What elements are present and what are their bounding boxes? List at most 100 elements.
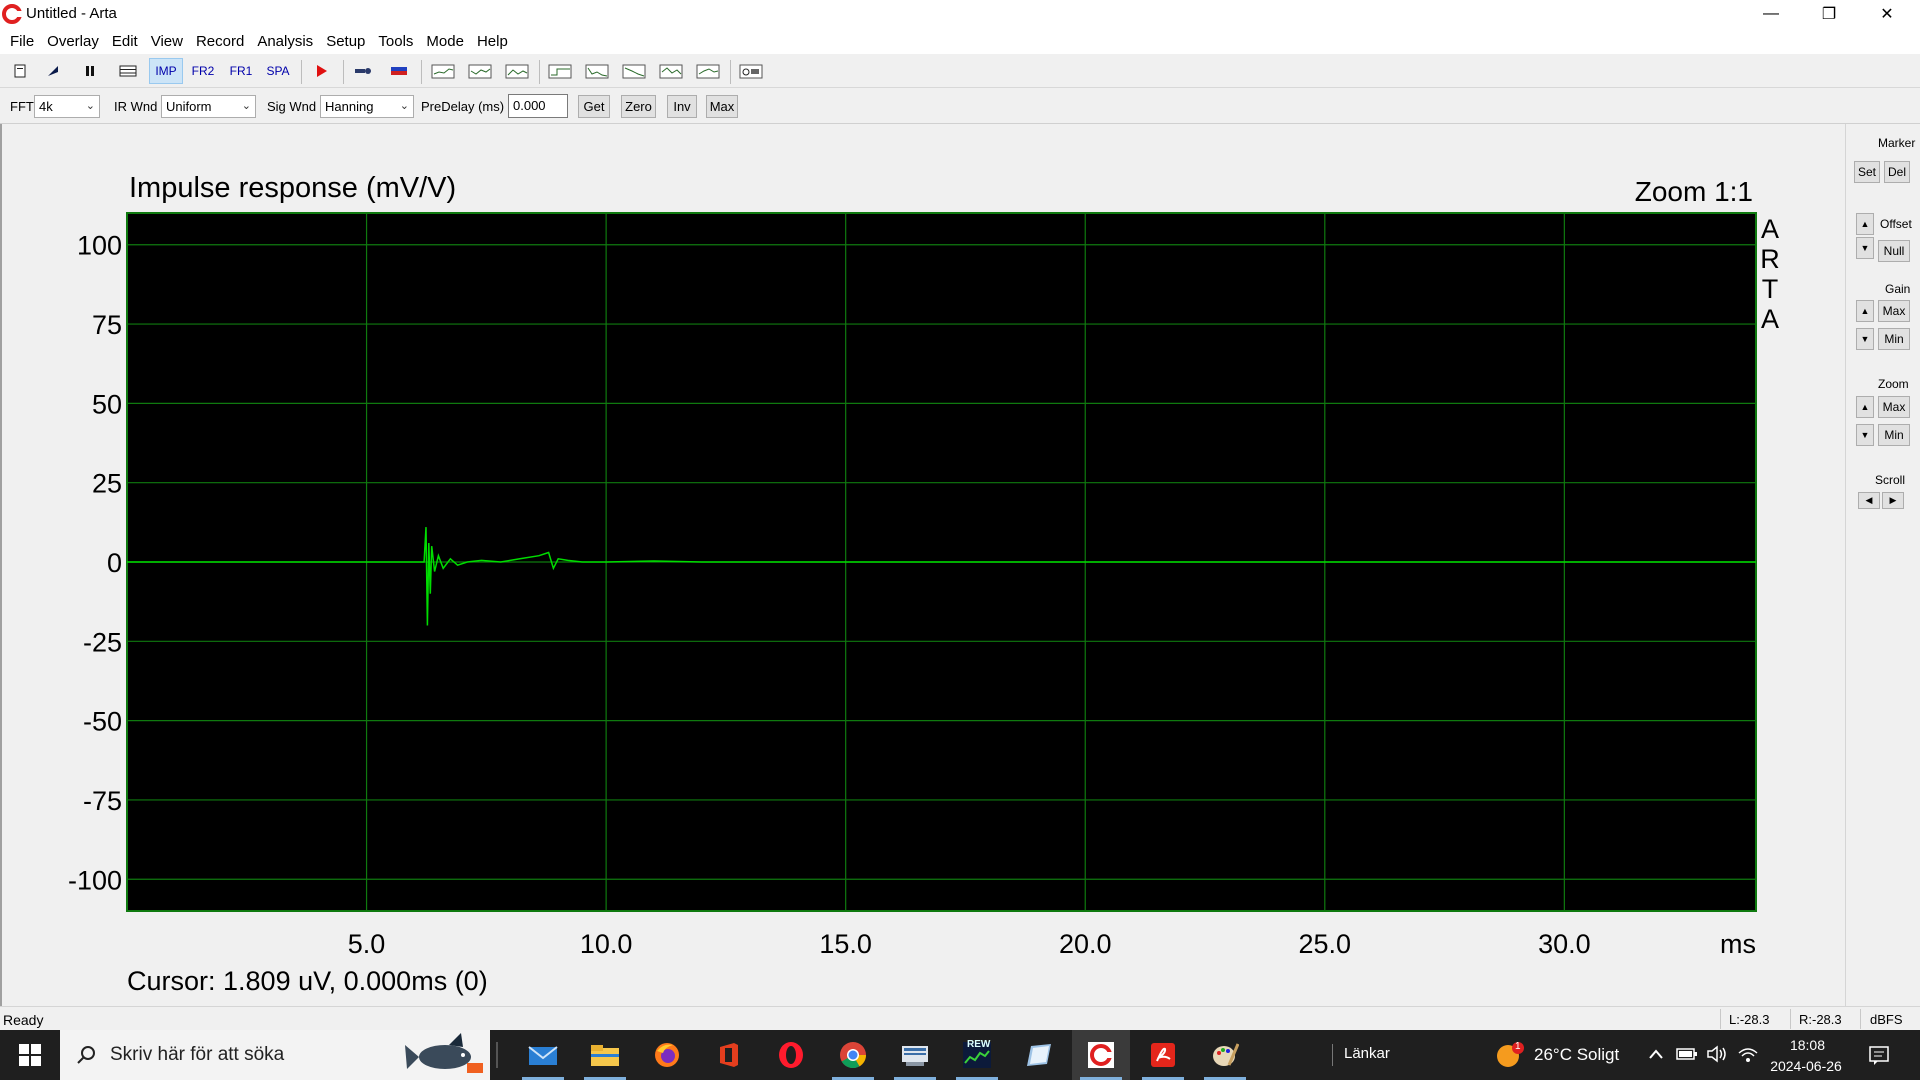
taskbar-scanner-app[interactable] bbox=[886, 1030, 944, 1080]
sfft-graph-button[interactable] bbox=[503, 58, 531, 84]
signal-window-select[interactable]: Hanning ⌄ bbox=[320, 95, 414, 118]
minimize-icon: — bbox=[1763, 5, 1779, 22]
marker-del-label: Del bbox=[1887, 165, 1906, 179]
minimize-button[interactable]: — bbox=[1742, 0, 1800, 28]
search-placeholder: Skriv här för att söka bbox=[110, 1044, 285, 1065]
notification-icon[interactable] bbox=[1868, 1044, 1890, 1066]
max-button[interactable]: Max bbox=[706, 95, 738, 118]
menu-help[interactable]: Help bbox=[471, 33, 514, 50]
paint-palette-icon bbox=[1213, 1043, 1239, 1066]
mode-fr1-button[interactable]: FR1 bbox=[225, 58, 257, 84]
gain-up-button[interactable]: ▲ bbox=[1856, 300, 1874, 322]
menu-file[interactable]: File bbox=[4, 33, 40, 50]
taskbar-paint[interactable] bbox=[1196, 1030, 1254, 1080]
max-label: Max bbox=[709, 99, 735, 114]
scroll-left-button[interactable]: ◀ bbox=[1858, 492, 1880, 509]
zoom-label: Zoom bbox=[1878, 377, 1909, 391]
clock-date[interactable]: 2024-06-26 bbox=[1766, 1058, 1846, 1074]
weather-sun-icon bbox=[1497, 1042, 1524, 1067]
gfr-graph-button[interactable] bbox=[466, 58, 494, 84]
generator-button[interactable] bbox=[350, 58, 376, 84]
taskbar-acrobat[interactable] bbox=[1134, 1030, 1192, 1080]
taskbar-rew[interactable]: REW bbox=[948, 1030, 1006, 1080]
taskbar-arta[interactable] bbox=[1072, 1030, 1130, 1080]
chevron-up-icon[interactable] bbox=[1648, 1047, 1664, 1061]
gain-max-button[interactable]: Max bbox=[1878, 300, 1910, 322]
mode-fr2-button[interactable]: FR2 bbox=[187, 58, 219, 84]
volume-icon[interactable] bbox=[1706, 1045, 1728, 1063]
cs-graph-button[interactable] bbox=[657, 58, 685, 84]
menu-record[interactable]: Record bbox=[190, 33, 250, 50]
rev-graph-button[interactable] bbox=[620, 58, 648, 84]
chevron-down-icon: ⌄ bbox=[399, 100, 409, 112]
fr-graph-button[interactable] bbox=[429, 58, 457, 84]
record-arrow-button[interactable] bbox=[41, 58, 65, 84]
toolbar-separator bbox=[301, 60, 302, 84]
close-button[interactable]: ✕ bbox=[1858, 0, 1916, 28]
taskbar-firefox[interactable] bbox=[638, 1030, 696, 1080]
fft-size-select[interactable]: 4k ⌄ bbox=[34, 95, 100, 118]
restore-button[interactable]: ❐ bbox=[1800, 0, 1858, 28]
main-toolbar: IMP FR2 FR1 SPA bbox=[0, 54, 1920, 88]
menu-analysis[interactable]: Analysis bbox=[251, 33, 319, 50]
taskbar-mail[interactable] bbox=[514, 1030, 572, 1080]
links-toolbar[interactable]: Länkar bbox=[1344, 1045, 1390, 1062]
mode-spa-button[interactable]: SPA bbox=[261, 58, 295, 84]
zoom-max-button[interactable]: Max bbox=[1878, 396, 1910, 418]
marker-delete-button[interactable]: Del bbox=[1884, 161, 1910, 183]
x-axis-unit: ms bbox=[1720, 929, 1756, 959]
play-button[interactable] bbox=[308, 58, 334, 84]
taskbar-search-box[interactable]: Skriv här för att söka bbox=[60, 1030, 490, 1080]
menu-tools[interactable]: Tools bbox=[372, 33, 419, 50]
weather-widget[interactable]: 26°C Soligt bbox=[1534, 1045, 1619, 1065]
scroll-label: Scroll bbox=[1875, 473, 1906, 487]
menu-overlay[interactable]: Overlay bbox=[41, 33, 105, 50]
zero-button[interactable]: Zero bbox=[621, 95, 656, 118]
taskbar-office[interactable] bbox=[700, 1030, 758, 1080]
offset-up-button[interactable]: ▲ bbox=[1856, 213, 1874, 235]
ir-window-select[interactable]: Uniform ⌄ bbox=[161, 95, 256, 118]
taskbar-notes-app[interactable] bbox=[1010, 1030, 1068, 1080]
bd-graph-button[interactable] bbox=[694, 58, 722, 84]
table-view-button[interactable] bbox=[115, 58, 141, 84]
new-file-button[interactable] bbox=[8, 58, 32, 84]
zoom-up-button[interactable]: ▲ bbox=[1856, 396, 1874, 418]
invert-button[interactable]: Inv bbox=[667, 95, 697, 118]
taskbar-file-explorer[interactable] bbox=[576, 1030, 634, 1080]
zoom-min-button[interactable]: Min bbox=[1878, 424, 1910, 446]
menu-setup[interactable]: Setup bbox=[320, 33, 371, 50]
clock-time[interactable]: 18:08 bbox=[1770, 1037, 1845, 1053]
zero-label: Zero bbox=[625, 99, 652, 114]
menu-view[interactable]: View bbox=[145, 33, 189, 50]
step-graph-button[interactable] bbox=[546, 58, 574, 84]
mode-imp-button[interactable]: IMP bbox=[149, 58, 183, 84]
offset-null-button[interactable]: Null bbox=[1878, 240, 1910, 262]
marker-set-button[interactable]: Set bbox=[1854, 161, 1880, 183]
taskbar-chrome[interactable] bbox=[824, 1030, 882, 1080]
menu-mode[interactable]: Mode bbox=[420, 33, 470, 50]
gain-down-button[interactable]: ▼ bbox=[1856, 328, 1874, 350]
gain-min-button[interactable]: Min bbox=[1878, 328, 1910, 350]
wifi-icon[interactable] bbox=[1737, 1045, 1759, 1063]
etc-graph-button[interactable] bbox=[583, 58, 611, 84]
menu-edit[interactable]: Edit bbox=[106, 33, 144, 50]
search-icon bbox=[77, 1046, 95, 1064]
office-icon bbox=[720, 1043, 738, 1067]
menu-bar: File Overlay Edit View Record Analysis S… bbox=[0, 28, 1920, 54]
taskbar-opera[interactable] bbox=[762, 1030, 820, 1080]
start-button[interactable] bbox=[0, 1030, 60, 1080]
predelay-input[interactable]: 0.000 bbox=[508, 94, 568, 118]
impulse-response-chart[interactable]: 100 75 50 25 0 -25 -50 -75 -100 5.0 10.0 15.0 20.0 25… bbox=[2, 124, 1847, 1006]
close-icon: ✕ bbox=[1880, 6, 1894, 23]
y-tick-label: 50 bbox=[92, 389, 122, 419]
marker-label: Marker bbox=[1878, 136, 1916, 150]
scroll-right-button[interactable]: ▶ bbox=[1882, 492, 1904, 509]
pause-button[interactable] bbox=[78, 58, 102, 84]
sti-button[interactable] bbox=[737, 58, 765, 84]
battery-icon[interactable] bbox=[1676, 1046, 1698, 1062]
offset-down-button[interactable]: ▼ bbox=[1856, 237, 1874, 259]
zoom-down-button[interactable]: ▼ bbox=[1856, 424, 1874, 446]
x-tick-label: 5.0 bbox=[348, 929, 386, 959]
flag-button[interactable] bbox=[386, 58, 412, 84]
get-button[interactable]: Get bbox=[578, 95, 610, 118]
